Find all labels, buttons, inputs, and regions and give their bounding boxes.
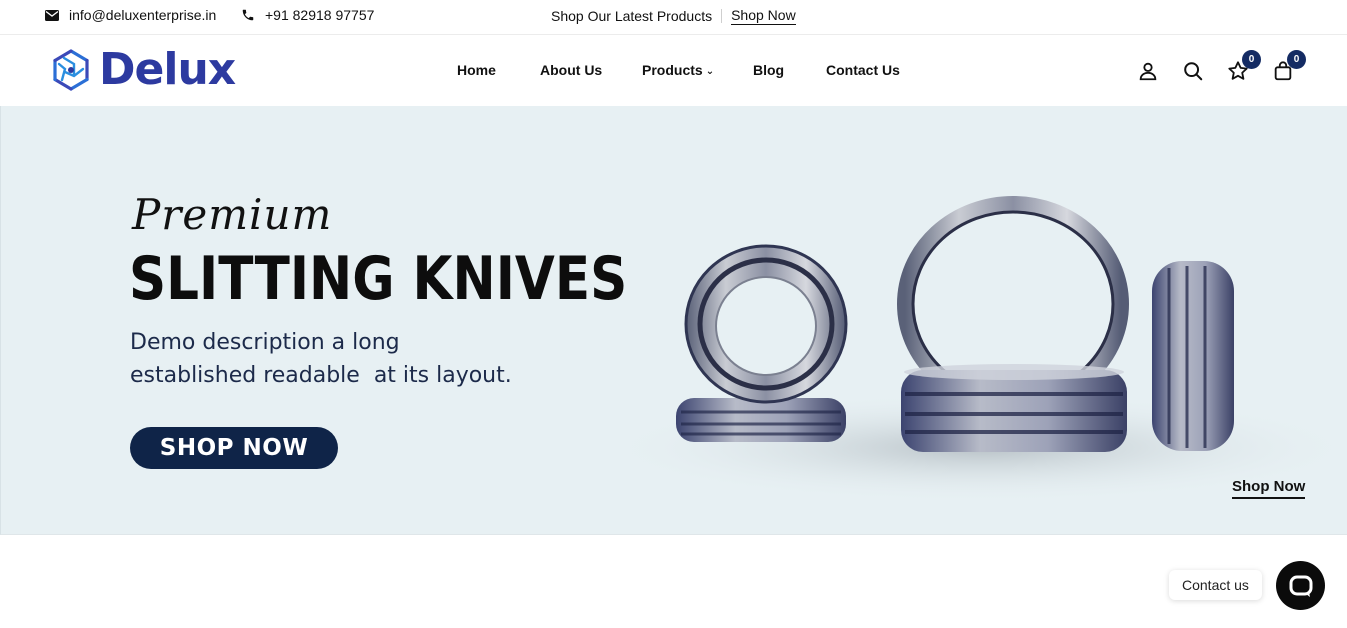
email-text: info@deluxenterprise.in <box>69 7 217 23</box>
main-header: Delux Home About Us Products ⌄ Blog Conta… <box>0 36 1347 106</box>
promo-strip: Shop Our Latest Products Shop Now <box>551 7 796 25</box>
hero-script-title: Premium <box>132 190 333 239</box>
nav-about-us[interactable]: About Us <box>540 62 602 78</box>
slitting-knives-image <box>601 196 1347 503</box>
envelope-icon <box>45 9 59 21</box>
account-button[interactable] <box>1137 60 1159 82</box>
promo-shop-link[interactable]: Shop Now <box>731 7 796 25</box>
nav-contact-us[interactable]: Contact Us <box>826 62 900 78</box>
chat-bubble-icon <box>1289 575 1312 597</box>
wishlist-count-badge: 0 <box>1242 50 1261 69</box>
search-icon <box>1184 62 1203 81</box>
phone-contact[interactable]: +91 82918 97757 <box>241 7 374 23</box>
wishlist-button[interactable]: 0 <box>1227 50 1261 82</box>
user-icon <box>1139 62 1157 81</box>
nav-home[interactable]: Home <box>457 62 496 78</box>
hero-banner: Premium SLITTING KNIVES Demo description… <box>0 106 1347 535</box>
phone-icon <box>242 9 254 21</box>
hero-title: SLITTING KNIVES <box>129 244 628 314</box>
phone-text: +91 82918 97757 <box>265 7 375 23</box>
nav-products-label: Products <box>642 62 703 78</box>
top-bar: info@deluxenterprise.in +91 82918 97757 … <box>0 0 1347 35</box>
cart-button[interactable]: 0 <box>1272 50 1306 82</box>
hero-desc-line-1: Demo description a long <box>130 330 400 355</box>
email-contact[interactable]: info@deluxenterprise.in <box>45 7 216 23</box>
search-button[interactable] <box>1182 60 1204 82</box>
promo-text: Shop Our Latest Products <box>551 8 713 24</box>
hero-shop-now-link[interactable]: Shop Now <box>1232 478 1306 499</box>
nav-products[interactable]: Products ⌄ <box>642 62 714 78</box>
promo-divider <box>721 9 723 23</box>
cart-count-badge: 0 <box>1287 50 1306 69</box>
chat-button[interactable] <box>1276 561 1325 610</box>
contact-us-label[interactable]: Contact us <box>1169 570 1262 600</box>
hero-description: Demo description a long established read… <box>130 326 590 392</box>
nav-blog[interactable]: Blog <box>753 62 784 78</box>
hero-desc-line-2: established readable at its layout. <box>130 363 512 388</box>
chevron-down-icon: ⌄ <box>705 66 715 77</box>
hero-shop-now-button[interactable]: SHOP NOW <box>130 427 338 469</box>
